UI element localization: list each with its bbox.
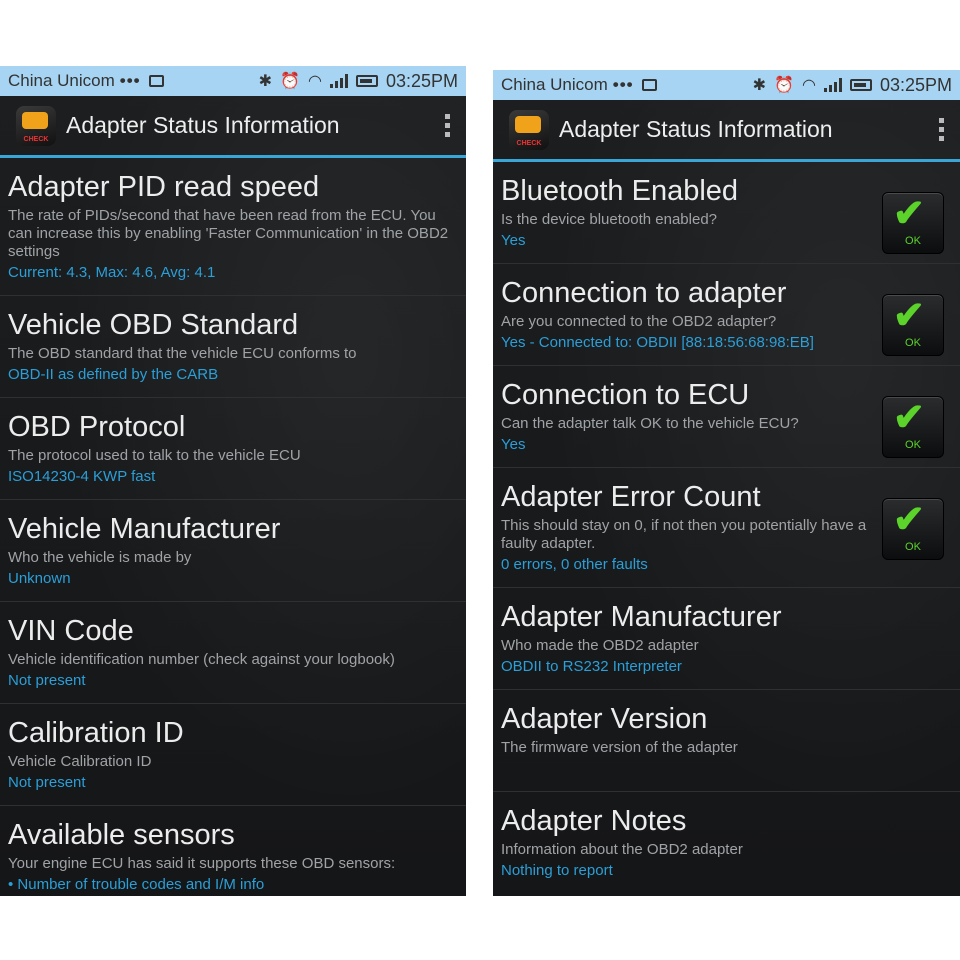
item-title: Adapter Manufacturer <box>501 601 782 633</box>
item-title: Available sensors <box>8 819 235 851</box>
carrier-label: China Unicom <box>8 71 115 90</box>
item-title: Connection to adapter <box>501 277 787 309</box>
item-title: Connection to ECU <box>501 379 750 411</box>
item-title: VIN Code <box>8 615 134 647</box>
item-title: Adapter PID read speed <box>8 171 320 203</box>
item-description: This should stay on 0, if not then you p… <box>501 517 867 552</box>
list-item[interactable]: Adapter Manufacturer Who made the OBD2 a… <box>493 588 960 690</box>
list-item[interactable]: Bluetooth Enabled Is the device bluetoot… <box>493 162 960 264</box>
list-item[interactable]: Calibration ID Vehicle Calibration ID No… <box>0 704 466 806</box>
ok-label: OK <box>905 439 921 451</box>
clock-time: 03:25PM <box>879 74 952 95</box>
item-description: Are you connected to the OBD2 adapter? <box>501 313 777 330</box>
list-item[interactable]: Connection to ECU Can the adapter talk O… <box>493 366 960 468</box>
ok-check-icon: ✔ <box>893 295 925 337</box>
signal-icon <box>823 78 842 92</box>
item-value: • Number of trouble codes and I/M info <box>8 876 265 893</box>
wifi-icon: ◠ <box>801 77 816 94</box>
obd-check-engine-icon[interactable]: CHECK <box>16 105 56 146</box>
list-item[interactable]: OBD Protocol The protocol used to talk t… <box>0 398 466 500</box>
ok-status-badge: ✔ OK <box>882 498 944 560</box>
overflow-menu-icon[interactable] <box>445 114 450 137</box>
item-description: Vehicle identification number (check aga… <box>8 651 395 668</box>
list-item[interactable]: Adapter Error Count This should stay on … <box>493 468 960 588</box>
notification-dots: ••• <box>119 71 141 90</box>
item-description: Is the device bluetooth enabled? <box>501 211 717 228</box>
action-bar: CHECK Adapter Status Information <box>0 96 466 158</box>
list-item[interactable]: Adapter PID read speed The rate of PIDs/… <box>0 158 466 296</box>
item-description: Who made the OBD2 adapter <box>501 637 699 654</box>
item-description: Your engine ECU has said it supports the… <box>8 855 396 872</box>
obd-check-engine-icon[interactable]: CHECK <box>509 109 549 150</box>
item-description: The firmware version of the adapter <box>501 739 738 756</box>
phone-screen-right: China Unicom ••• ✱ ⏰ ◠ 03:25PM CHECK Ada… <box>493 70 960 896</box>
item-title: Adapter Error Count <box>501 481 761 513</box>
list-item[interactable]: Adapter Notes Information about the OBD2… <box>493 792 960 894</box>
item-description: Can the adapter talk OK to the vehicle E… <box>501 415 799 432</box>
item-value: Current: 4.3, Max: 4.6, Avg: 4.1 <box>8 264 216 281</box>
item-description: Vehicle Calibration ID <box>8 753 152 770</box>
ok-check-icon: ✔ <box>893 499 925 541</box>
bluetooth-icon: ✱ <box>258 73 273 90</box>
status-bar: China Unicom ••• ✱ ⏰ ◠ 03:25PM <box>0 66 466 96</box>
item-value: Yes - Connected to: OBDII [88:18:56:68:9… <box>501 334 814 351</box>
ok-label: OK <box>905 235 921 247</box>
list-item[interactable]: VIN Code Vehicle identification number (… <box>0 602 466 704</box>
clock-time: 03:25PM <box>385 70 458 91</box>
alarm-icon: ⏰ <box>774 77 794 94</box>
item-value: OBD-II as defined by the CARB <box>8 366 219 383</box>
item-title: OBD Protocol <box>8 411 186 443</box>
item-description: Who the vehicle is made by <box>8 549 192 566</box>
list-item[interactable]: Vehicle OBD Standard The OBD standard th… <box>0 296 466 398</box>
list-item[interactable]: Available sensors Your engine ECU has sa… <box>0 806 466 896</box>
ok-check-icon: ✔ <box>893 193 925 235</box>
list-item[interactable]: Connection to adapter Are you connected … <box>493 264 960 366</box>
battery-icon <box>355 75 378 87</box>
item-value: ISO14230-4 KWP fast <box>8 468 156 485</box>
item-title: Adapter Notes <box>501 805 687 837</box>
item-value: Not present <box>8 774 86 791</box>
item-value: Unknown <box>8 570 71 587</box>
item-description: The OBD standard that the vehicle ECU co… <box>8 345 357 362</box>
item-description: The protocol used to talk to the vehicle… <box>8 447 301 464</box>
item-description: Information about the OBD2 adapter <box>501 841 743 858</box>
image-icon <box>641 79 657 91</box>
ok-label: OK <box>905 337 921 349</box>
item-title: Vehicle OBD Standard <box>8 309 299 341</box>
ok-check-icon: ✔ <box>893 397 925 439</box>
page-title: Adapter Status Information <box>66 112 340 138</box>
list-item[interactable]: Vehicle Manufacturer Who the vehicle is … <box>0 500 466 602</box>
item-title: Vehicle Manufacturer <box>8 513 281 545</box>
image-icon <box>148 75 164 87</box>
bluetooth-icon: ✱ <box>752 77 767 94</box>
carrier-label: China Unicom <box>501 75 608 94</box>
item-value: OBDII to RS232 Interpreter <box>501 658 682 675</box>
signal-icon <box>329 74 348 88</box>
page-title: Adapter Status Information <box>559 116 833 142</box>
item-value: Not present <box>8 672 86 689</box>
phone-screen-left: China Unicom ••• ✱ ⏰ ◠ 03:25PM CHECK Ada… <box>0 66 466 896</box>
wifi-icon: ◠ <box>307 73 322 90</box>
item-title: Adapter Version <box>501 703 708 735</box>
ok-label: OK <box>905 541 921 553</box>
item-value: Nothing to report <box>501 862 613 879</box>
overflow-menu-icon[interactable] <box>939 118 944 141</box>
action-bar: CHECK Adapter Status Information <box>493 100 960 162</box>
battery-icon <box>849 79 872 91</box>
list-item[interactable]: Adapter Version The firmware version of … <box>493 690 960 792</box>
item-value: Yes <box>501 232 526 249</box>
notification-dots: ••• <box>612 75 634 94</box>
item-value: Yes <box>501 436 526 453</box>
item-value: 0 errors, 0 other faults <box>501 556 648 573</box>
ok-status-badge: ✔ OK <box>882 396 944 458</box>
item-title: Calibration ID <box>8 717 184 749</box>
status-bar: China Unicom ••• ✱ ⏰ ◠ 03:25PM <box>493 70 960 100</box>
ok-status-badge: ✔ OK <box>882 192 944 254</box>
item-title: Bluetooth Enabled <box>501 175 739 207</box>
ok-status-badge: ✔ OK <box>882 294 944 356</box>
item-description: The rate of PIDs/second that have been r… <box>8 207 449 260</box>
alarm-icon: ⏰ <box>280 73 300 90</box>
